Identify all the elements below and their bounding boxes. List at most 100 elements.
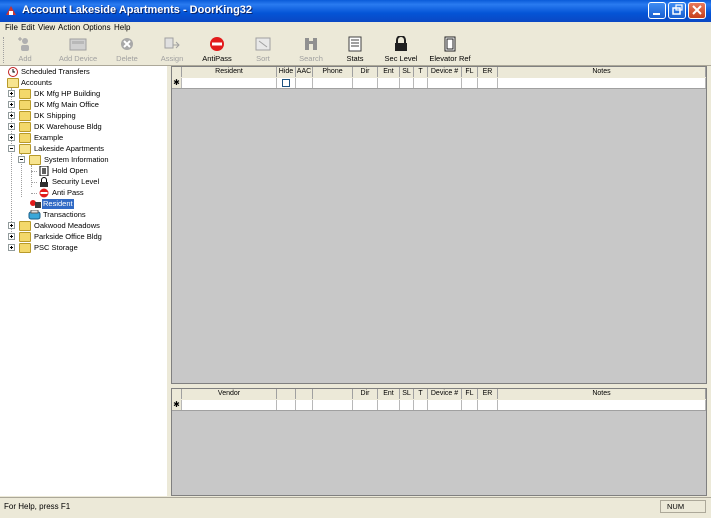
column-header-notes[interactable]: Notes bbox=[498, 389, 706, 399]
antipass-icon bbox=[39, 188, 49, 198]
column-header-fl[interactable]: FL bbox=[462, 67, 478, 77]
device-cell[interactable] bbox=[428, 78, 462, 88]
column-header-blank-2[interactable] bbox=[296, 389, 313, 399]
sl-cell[interactable] bbox=[400, 78, 414, 88]
new-row[interactable]: ✱ bbox=[172, 78, 706, 89]
expand-icon[interactable] bbox=[8, 101, 15, 108]
restore-button[interactable] bbox=[668, 2, 686, 19]
notes-cell[interactable] bbox=[498, 78, 706, 88]
add-device-button[interactable]: Add Device bbox=[56, 35, 100, 65]
assign-button[interactable]: Assign bbox=[157, 35, 187, 65]
tree-label: Oakwood Meadows bbox=[34, 221, 100, 230]
blank-cell[interactable] bbox=[313, 400, 353, 410]
elevator-ref-button[interactable]: Elevator Ref bbox=[428, 35, 472, 65]
expand-icon[interactable] bbox=[8, 123, 15, 130]
expand-icon[interactable] bbox=[8, 134, 15, 141]
column-header-er[interactable]: ER bbox=[478, 67, 498, 77]
folder-icon bbox=[19, 221, 31, 231]
clock-icon bbox=[8, 67, 18, 77]
resident-cell[interactable] bbox=[182, 78, 277, 88]
aac-cell[interactable] bbox=[296, 78, 313, 88]
column-header-t[interactable]: T bbox=[414, 67, 428, 77]
hide-checkbox[interactable] bbox=[282, 79, 290, 87]
column-header-vendor[interactable]: Vendor bbox=[182, 389, 277, 399]
fl-cell[interactable] bbox=[462, 78, 478, 88]
column-header-dir[interactable]: Dir bbox=[353, 389, 378, 399]
toolbar-grip[interactable] bbox=[3, 37, 7, 63]
fl-cell[interactable] bbox=[462, 400, 478, 410]
blank-cell[interactable] bbox=[296, 400, 313, 410]
column-header-sl[interactable]: SL bbox=[400, 67, 414, 77]
expand-icon[interactable] bbox=[8, 222, 15, 229]
antipass-icon bbox=[210, 37, 224, 51]
column-header-sl[interactable]: SL bbox=[400, 389, 414, 399]
column-header-device[interactable]: Device # bbox=[428, 389, 462, 399]
column-header-blank-3[interactable] bbox=[313, 389, 353, 399]
column-header-ent[interactable]: Ent bbox=[378, 67, 400, 77]
er-cell[interactable] bbox=[478, 400, 498, 410]
column-header-fl[interactable]: FL bbox=[462, 389, 478, 399]
expand-icon[interactable] bbox=[8, 244, 15, 251]
binoculars-icon bbox=[305, 38, 317, 50]
dir-cell[interactable] bbox=[353, 78, 378, 88]
column-header-blank-1[interactable] bbox=[277, 389, 296, 399]
collapse-icon[interactable] bbox=[8, 145, 15, 152]
folder-icon bbox=[19, 232, 31, 242]
column-header-er[interactable]: ER bbox=[478, 389, 498, 399]
notes-cell[interactable] bbox=[498, 400, 706, 410]
close-button[interactable] bbox=[688, 2, 706, 19]
expand-icon[interactable] bbox=[8, 90, 15, 97]
stats-button[interactable]: Stats bbox=[338, 35, 372, 65]
delete-button[interactable]: Delete bbox=[110, 35, 144, 65]
lock-icon bbox=[395, 36, 407, 51]
collapse-icon[interactable] bbox=[18, 156, 25, 163]
column-header-notes[interactable]: Notes bbox=[498, 67, 706, 77]
vendor-grid[interactable]: Vendor Dir Ent SL T Device # FL ER Notes… bbox=[171, 388, 707, 496]
new-row-marker: ✱ bbox=[172, 400, 182, 410]
menu-options[interactable]: Options bbox=[83, 23, 111, 32]
antipass-button[interactable]: AntiPass bbox=[198, 35, 236, 65]
sort-button[interactable]: Sort bbox=[248, 35, 278, 65]
column-header-phone[interactable]: Phone bbox=[313, 67, 353, 77]
column-header-dir[interactable]: Dir bbox=[353, 67, 378, 77]
menu-edit[interactable]: Edit bbox=[21, 23, 35, 32]
expand-icon[interactable] bbox=[8, 233, 15, 240]
restore-icon bbox=[672, 4, 683, 15]
menu-action[interactable]: Action bbox=[58, 23, 80, 32]
expand-icon[interactable] bbox=[8, 112, 15, 119]
ent-cell[interactable] bbox=[378, 78, 400, 88]
t-cell[interactable] bbox=[414, 400, 428, 410]
elevator-icon bbox=[444, 36, 456, 52]
column-header-aac[interactable]: AAC bbox=[296, 67, 313, 77]
er-cell[interactable] bbox=[478, 78, 498, 88]
hide-cell[interactable] bbox=[277, 78, 296, 88]
column-header-device[interactable]: Device # bbox=[428, 67, 462, 77]
vendor-cell[interactable] bbox=[182, 400, 277, 410]
column-header-t[interactable]: T bbox=[414, 389, 428, 399]
t-cell[interactable] bbox=[414, 78, 428, 88]
column-header-resident[interactable]: Resident bbox=[182, 67, 277, 77]
ent-cell[interactable] bbox=[378, 400, 400, 410]
tree-label: Example bbox=[34, 133, 64, 142]
search-button[interactable]: Search bbox=[292, 35, 330, 65]
folder-icon bbox=[19, 122, 31, 132]
tree-label: PSC Storage bbox=[34, 243, 78, 252]
resident-grid[interactable]: Resident Hide AAC Phone Dir Ent SL T Dev… bbox=[171, 66, 707, 384]
column-header-hide[interactable]: Hide bbox=[277, 67, 296, 77]
minimize-button[interactable] bbox=[648, 2, 666, 19]
lock-icon bbox=[40, 177, 48, 187]
phone-cell[interactable] bbox=[313, 78, 353, 88]
menu-view[interactable]: View bbox=[38, 23, 55, 32]
add-button[interactable]: Add bbox=[12, 35, 38, 65]
column-header-ent[interactable]: Ent bbox=[378, 389, 400, 399]
sec-level-button[interactable]: Sec Level bbox=[378, 35, 424, 65]
dir-cell[interactable] bbox=[353, 400, 378, 410]
account-tree[interactable]: Scheduled Transfers Accounts DK Mfg HP B… bbox=[0, 66, 168, 496]
blank-cell[interactable] bbox=[277, 400, 296, 410]
device-cell[interactable] bbox=[428, 400, 462, 410]
menu-help[interactable]: Help bbox=[114, 23, 130, 32]
folder-open-icon bbox=[7, 78, 19, 88]
sl-cell[interactable] bbox=[400, 400, 414, 410]
menu-file[interactable]: File bbox=[5, 23, 18, 32]
new-row[interactable]: ✱ bbox=[172, 400, 706, 411]
